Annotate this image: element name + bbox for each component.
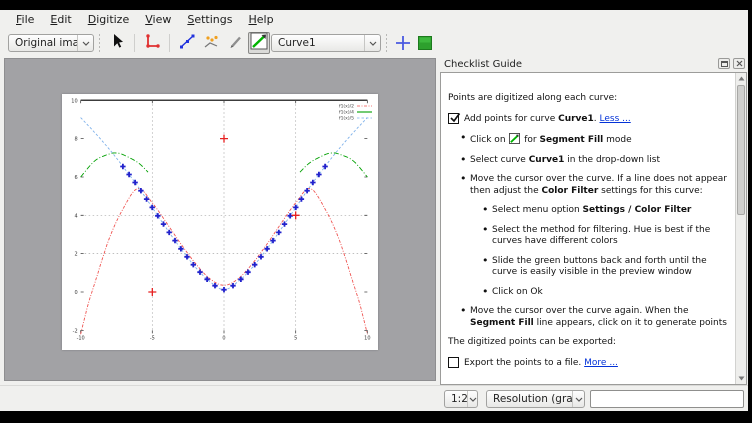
task-label: Export the points to a file. More ...	[464, 357, 618, 370]
toolbar-separator	[386, 34, 387, 52]
panel-title: Checklist Guide	[444, 59, 522, 70]
color-picker-tool-button[interactable]	[224, 32, 246, 54]
checklist-link[interactable]: More ...	[584, 358, 618, 368]
svg-text:5: 5	[294, 335, 297, 341]
checklist-sub-bullet: Select the method for filtering. Hue is …	[482, 225, 731, 248]
export-checkbox[interactable]	[448, 357, 459, 368]
toolbar: Original image	[0, 28, 748, 58]
axis-point-tool-button[interactable]	[141, 32, 163, 54]
filtered-view-square-icon[interactable]	[416, 34, 434, 52]
plot-svg[interactable]: -10 -5 0 5 10 10 8 6 4 2 0 -2 f1(x)/2f1(x)/4f1(x)/5	[62, 94, 378, 350]
checklist-intro: Points are digitized along each curve:	[448, 93, 731, 105]
svg-text:-10: -10	[77, 335, 85, 341]
statusbar: 1:2 Resolution (graph):	[0, 385, 748, 411]
close-panel-button[interactable]	[733, 58, 745, 69]
checklist-guide-titlebar: Checklist Guide	[440, 56, 747, 72]
checklist-scrollbar[interactable]	[735, 73, 746, 384]
svg-text:0: 0	[74, 290, 77, 296]
toolbar-separator	[169, 34, 170, 52]
checklist-bullet: Select curve Curve1 in the drop-down lis…	[460, 155, 731, 167]
checklist-export-intro: The digitized points can be exported:	[448, 337, 731, 349]
menu-digitize[interactable]: Digitize	[80, 11, 138, 28]
background-selector-value: Original image	[9, 37, 77, 49]
graph-canvas[interactable]: -10 -5 0 5 10 10 8 6 4 2 0 -2 f1(x)/2f1(x)/4f1(x)/5	[4, 58, 436, 381]
checklist-task-export: Export the points to a file. More ...	[448, 357, 731, 370]
zoom-value: 1:2	[445, 393, 467, 405]
checklist-guide-panel: Checklist Guide Points are digitized alo…	[440, 56, 747, 385]
toolbar-separator	[99, 34, 100, 52]
menu-view[interactable]: View	[137, 11, 179, 28]
select-tool-button[interactable]	[106, 32, 128, 54]
checklist-guide-body: Points are digitized along each curve: A…	[440, 72, 747, 385]
checklist-task-add-points: Add points for curve Curve1. Less ...	[448, 113, 731, 126]
checklist-content: Points are digitized along each curve: A…	[441, 73, 735, 384]
curve-selector-value: Curve1	[272, 37, 364, 49]
svg-text:0: 0	[222, 335, 225, 341]
svg-text:-2: -2	[73, 328, 78, 334]
svg-text:f1(x)/5: f1(x)/5	[339, 116, 354, 122]
svg-text:-5: -5	[150, 335, 155, 341]
checklist-sub-bullet: Click on Ok	[482, 287, 731, 299]
checklist-bullet: Move the cursor over the curve again. Wh…	[460, 306, 731, 329]
svg-text:f1(x)/2: f1(x)/2	[339, 104, 354, 110]
status-value-field[interactable]	[590, 390, 744, 408]
status-display-selector[interactable]: Resolution (graph):	[486, 390, 585, 408]
float-panel-button[interactable]	[718, 58, 730, 69]
menubar: FileEditDigitizeViewSettingsHelp	[0, 10, 748, 28]
chevron-down-icon[interactable]	[572, 391, 584, 407]
fitting-cross-icon[interactable]	[394, 34, 412, 52]
zoom-selector[interactable]: 1:2	[444, 390, 478, 408]
point-match-tool-button[interactable]	[200, 32, 222, 54]
segment-fill-tool-button[interactable]	[248, 32, 270, 54]
toolbar-separator	[134, 34, 135, 52]
task-label: Add points for curve Curve1. Less ...	[464, 113, 631, 126]
checklist-sub-bullet: Slide the green buttons back and forth u…	[482, 256, 731, 279]
svg-text:6: 6	[74, 175, 77, 181]
checklist-link[interactable]: Less ...	[600, 114, 631, 124]
curve-selector[interactable]: Curve1	[271, 34, 381, 52]
scrollbar-thumb[interactable]	[737, 85, 745, 215]
menu-file[interactable]: File	[8, 11, 42, 28]
color-picker-icon	[226, 32, 244, 54]
curve-point-tool-button[interactable]	[176, 32, 198, 54]
segment-fill-icon	[509, 133, 520, 144]
scroll-up-icon[interactable]	[736, 73, 746, 84]
svg-text:2: 2	[74, 252, 77, 258]
menu-edit[interactable]: Edit	[42, 11, 79, 28]
chevron-down-icon[interactable]	[364, 35, 380, 51]
background-selector[interactable]: Original image	[8, 34, 94, 52]
svg-text:4: 4	[74, 213, 77, 219]
status-display-value: Resolution (graph):	[487, 393, 572, 405]
svg-text:8: 8	[74, 137, 77, 143]
menu-settings[interactable]: Settings	[179, 11, 240, 28]
graph-image[interactable]: -10 -5 0 5 10 10 8 6 4 2 0 -2 f1(x)/2f1(x)/4f1(x)/5	[62, 94, 378, 350]
add-points-checkbox[interactable]	[448, 113, 459, 124]
engauge-window: FileEditDigitizeViewSettingsHelp Origina…	[0, 10, 748, 411]
chevron-down-icon[interactable]	[77, 35, 93, 51]
checklist-sub-bullet: Select menu option Settings / Color Filt…	[482, 205, 731, 217]
scroll-down-icon[interactable]	[736, 373, 746, 384]
checklist-bullet: Click on for Segment Fill mode	[460, 133, 731, 147]
segment-fill-icon	[250, 32, 268, 54]
svg-text:f1(x)/4: f1(x)/4	[339, 110, 354, 116]
chevron-down-icon[interactable]	[467, 391, 477, 407]
checklist-bullet: Move the cursor over the curve. If a lin…	[460, 174, 731, 197]
screen: FileEditDigitizeViewSettingsHelp Origina…	[0, 0, 752, 423]
menu-help[interactable]: Help	[240, 11, 281, 28]
cursor-arrow-icon	[108, 32, 126, 54]
curve-point-icon	[178, 32, 196, 54]
point-match-icon	[202, 32, 220, 54]
svg-text:10: 10	[364, 335, 370, 341]
svg-text:10: 10	[71, 98, 77, 104]
axis-point-icon	[143, 32, 161, 54]
